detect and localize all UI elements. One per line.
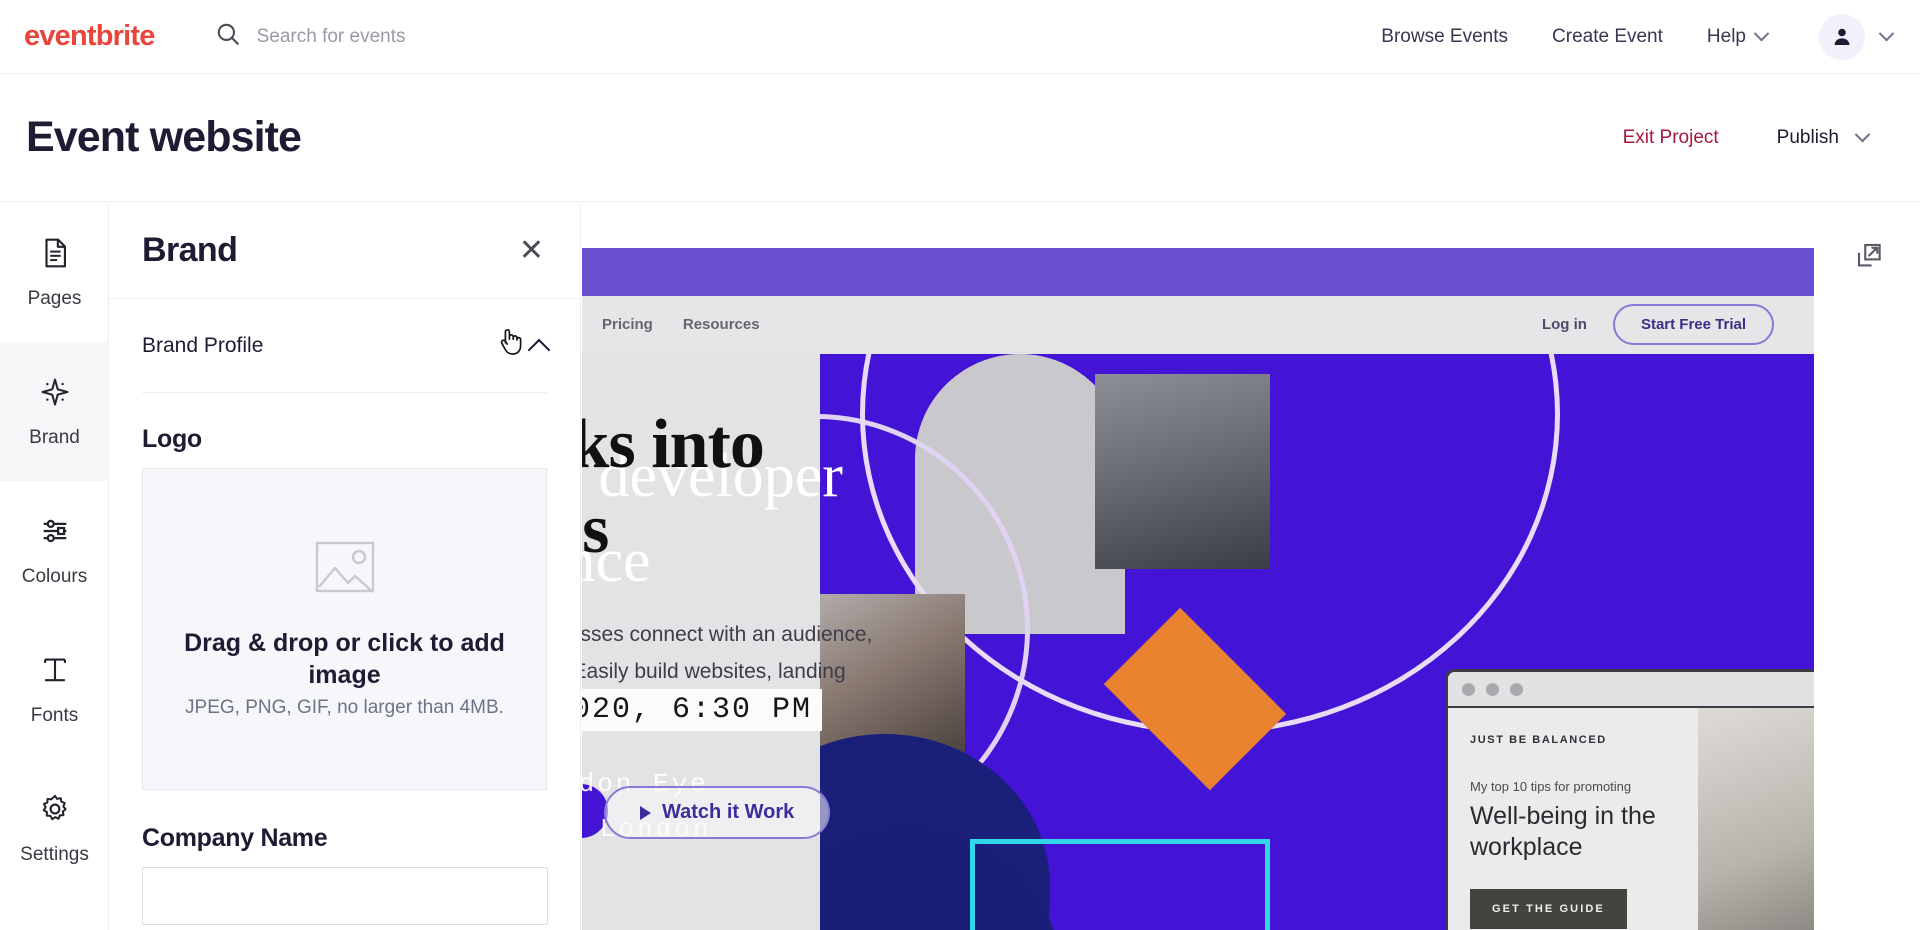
search-input[interactable]	[256, 25, 597, 48]
sidebar-item-brand[interactable]: Brand	[0, 342, 109, 481]
cyan-outline-rect	[970, 839, 1270, 930]
inner-card-photo-yoga	[1698, 708, 1814, 930]
account-menu[interactable]	[1819, 13, 1895, 60]
global-top-nav: eventbrite Browse Events Create Event He…	[0, 0, 1920, 74]
search-bar[interactable]	[215, 21, 1360, 52]
logo-dropzone[interactable]: Drag & drop or click to add image JPEG, …	[142, 468, 547, 790]
window-dot-icon	[1462, 682, 1475, 696]
nav-create-event-label: Create Event	[1552, 25, 1663, 47]
hero-headline-white-2: ence	[582, 527, 651, 595]
inner-card-cta-button: GET THE GUIDE	[1470, 889, 1627, 929]
hero-venue-line-1: ndon Eye	[582, 769, 709, 799]
preview-nav-actions: Log in Start Free Trial	[1541, 303, 1774, 345]
play-triangle-icon	[640, 805, 651, 820]
company-name-label: Company Name	[142, 824, 328, 852]
brand-panel: Brand ✕ Brand Profile Logo Drag & drop o…	[109, 203, 581, 930]
nav-browse-events[interactable]: Browse Events	[1359, 26, 1530, 48]
preview-nav-links: Pricing Resources	[602, 316, 760, 333]
image-placeholder-icon	[315, 540, 375, 599]
chevron-up-icon	[527, 338, 551, 361]
hero-watch-it-work-button: Watch it Work	[604, 786, 831, 839]
nav-browse-events-label: Browse Events	[1381, 25, 1509, 47]
hero-headline-dark-1: icks into	[582, 406, 765, 483]
brand-profile-accordion[interactable]: Brand Profile	[142, 299, 551, 393]
inner-card-text-column: JUST BE BALANCED My top 10 tips for prom…	[1448, 708, 1698, 930]
hero-headline-dark-2: ers	[582, 491, 609, 568]
sidebar-item-brand-label: Brand	[29, 427, 80, 448]
page-header: Event website Exit Project Publish	[0, 74, 1920, 202]
eventbrite-logo[interactable]: eventbrite	[24, 20, 155, 53]
sidebar-item-settings[interactable]: Settings	[0, 759, 109, 898]
preview-start-free-trial-button: Start Free Trial	[1612, 303, 1774, 345]
hero-watch-it-work-label: Watch it Work	[662, 801, 795, 823]
inner-browser-titlebar	[1448, 672, 1814, 708]
user-avatar-icon	[1819, 13, 1865, 60]
gear-icon	[38, 792, 72, 831]
sparkle-icon	[38, 375, 72, 414]
preview-purple-topbar	[582, 248, 1814, 296]
text-t-icon	[38, 653, 72, 692]
brand-panel-title: Brand	[142, 231, 238, 269]
hero-date-badge: 2020, 6:30 PM	[582, 689, 823, 731]
exit-project-button[interactable]: Exit Project	[1595, 127, 1747, 149]
preview-nav-resources: Resources	[682, 315, 760, 333]
sidebar-item-fonts-label: Fonts	[30, 705, 79, 726]
editor-left-rail: Pages Brand Colours Fonts Settings	[0, 203, 109, 930]
sidebar-item-settings-label: Settings	[20, 844, 89, 865]
inner-browser-body: JUST BE BALANCED My top 10 tips for prom…	[1448, 708, 1814, 930]
account-chevron-down-icon	[1878, 25, 1895, 42]
nav-help-label: Help	[1706, 25, 1746, 47]
close-icon[interactable]: ✕	[519, 235, 544, 266]
page-header-actions: Exit Project Publish	[1595, 127, 1886, 149]
brand-profile-label: Brand Profile	[142, 333, 264, 357]
publish-button-label: Publish	[1776, 126, 1839, 148]
brand-panel-header: Brand ✕	[109, 203, 580, 299]
preview-inner-browser-card: JUST BE BALANCED My top 10 tips for prom…	[1445, 669, 1814, 930]
hero-paragraph-line-2: les. Easily build websites, landing	[582, 660, 846, 683]
sidebar-item-fonts[interactable]: Fonts	[0, 620, 109, 759]
site-preview-canvas[interactable]: Pricing Resources Log in Start Free Tria…	[582, 248, 1814, 930]
preview-nav-pricing: Pricing	[602, 315, 653, 333]
chevron-down-icon	[1753, 25, 1770, 42]
nav-create-event[interactable]: Create Event	[1530, 26, 1685, 48]
preview-hero-artwork: JUST BE BALANCED My top 10 tips for prom…	[820, 354, 1814, 930]
sidebar-item-colours-label: Colours	[21, 566, 88, 587]
publish-button[interactable]: Publish	[1747, 127, 1886, 149]
logo-section-label: Logo	[142, 425, 202, 453]
sidebar-item-pages-label: Pages	[27, 288, 82, 309]
nav-help[interactable]: Help	[1685, 26, 1789, 48]
website-preview-stage: Pricing Resources Log in Start Free Tria…	[582, 203, 1920, 930]
pointing-hand-cursor	[497, 325, 525, 362]
preview-login-link: Log in	[1541, 315, 1587, 333]
preview-site-nav: Pricing Resources Log in Start Free Tria…	[582, 296, 1814, 352]
hero-purple-dot	[582, 784, 608, 838]
hero-headline-white-1: o developer	[582, 442, 843, 510]
publish-chevron-down-icon	[1854, 126, 1871, 143]
company-name-input[interactable]	[142, 867, 548, 925]
preview-photo-two-men	[1095, 374, 1270, 569]
inner-card-headline: Well-being in the workplace	[1470, 802, 1656, 861]
sidebar-item-pages[interactable]: Pages	[0, 203, 109, 342]
logo-dropzone-hint: JPEG, PNG, GIF, no larger than 4MB.	[185, 696, 504, 718]
logo-dropzone-title: Drag & drop or click to add image	[184, 628, 505, 689]
document-icon	[38, 236, 72, 275]
expand-external-icon[interactable]	[1854, 241, 1884, 276]
window-dot-icon	[1510, 682, 1523, 696]
window-dot-icon	[1486, 682, 1499, 696]
sliders-icon	[38, 514, 72, 553]
inner-card-kicker: My top 10 tips for promoting	[1470, 779, 1632, 794]
page-title: Event website	[26, 113, 302, 161]
sidebar-item-colours[interactable]: Colours	[0, 481, 109, 620]
inner-card-eyebrow: JUST BE BALANCED	[1470, 734, 1607, 746]
hero-venue-line-2: er London	[582, 814, 712, 844]
search-icon	[215, 21, 241, 52]
top-nav-links: Browse Events Create Event Help	[1359, 13, 1895, 60]
